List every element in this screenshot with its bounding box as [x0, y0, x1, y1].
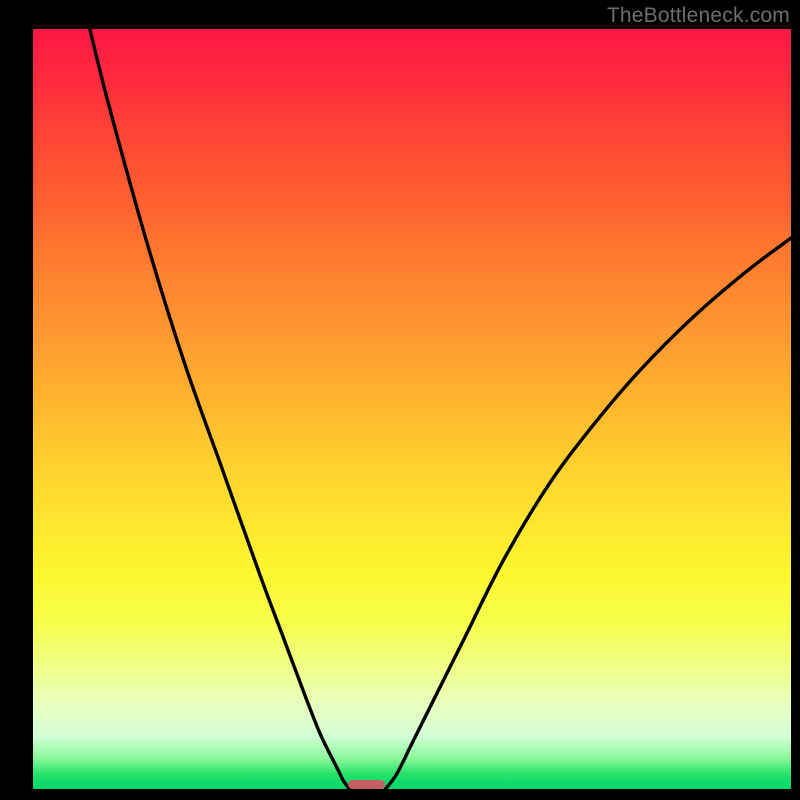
- curve-right-branch: [385, 238, 791, 789]
- curves-group: [90, 29, 791, 789]
- curve-layer: [0, 0, 800, 800]
- chart-frame: TheBottleneck.com: [0, 0, 800, 800]
- curve-left-branch: [90, 29, 350, 789]
- minimum-marker: [348, 780, 386, 789]
